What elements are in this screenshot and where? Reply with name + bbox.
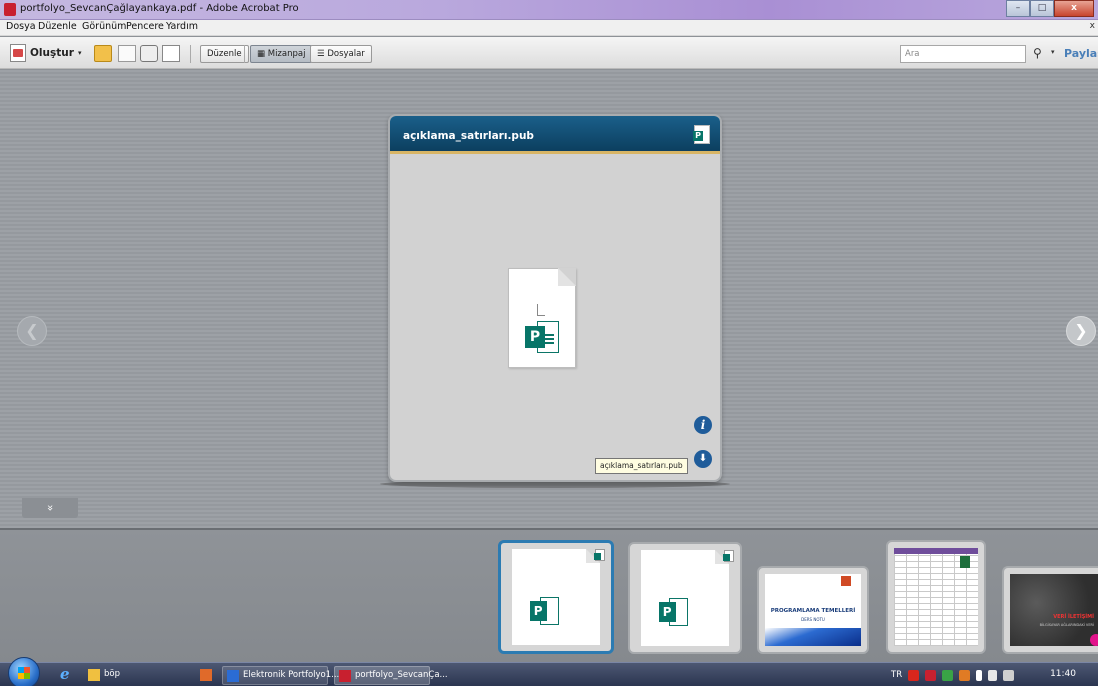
- ppt-wave-graphic: [765, 628, 861, 646]
- open-folder-icon[interactable]: [94, 45, 112, 62]
- antivirus-icon[interactable]: [908, 669, 920, 681]
- search-options-caret-icon[interactable]: ▾: [1051, 48, 1055, 56]
- create-button[interactable]: Oluştur ▾: [10, 43, 81, 63]
- volume-icon[interactable]: [976, 669, 983, 681]
- acrobat-icon: [339, 670, 351, 682]
- action-center-flag-icon[interactable]: [988, 669, 998, 681]
- display-tray-icon[interactable]: [1003, 669, 1015, 681]
- ppt-slide-subtitle: DERS NOTU: [801, 617, 825, 622]
- menu-view[interactable]: Görünüm: [82, 21, 126, 32]
- network-tray-icon[interactable]: [942, 669, 954, 681]
- thumbnail-page: VERİ İLETİŞİMİ BİLGİSAYAR AĞLARINDAKİ VE…: [1010, 574, 1098, 646]
- thumbnail-item[interactable]: VERİ İLETİŞİMİ BİLGİSAYAR AĞLARINDAKİ VE…: [1002, 566, 1098, 654]
- grid-icon: ▦: [257, 49, 268, 59]
- collapse-toggle-icon[interactable]: »: [22, 498, 78, 518]
- folder-icon: [88, 669, 100, 681]
- pink-circle-graphic: [1090, 634, 1098, 646]
- minimize-button[interactable]: –: [1006, 0, 1030, 17]
- window-controls: – □ x: [1006, 0, 1094, 18]
- files-view-button[interactable]: ☰ Dosyalar: [310, 45, 372, 63]
- file-tooltip: açıklama_satırları.pub: [595, 458, 688, 474]
- taskbar-item-label: portfolyo_SevcanÇa...: [355, 670, 448, 680]
- window-title: portfolyo_SevcanÇağlayankaya.pdf - Adobe…: [20, 3, 299, 14]
- word-icon: [227, 670, 239, 682]
- download-icon[interactable]: ⬇: [694, 450, 712, 468]
- toolbar: Oluştur ▾ Düzenle ▦ Mizanpaj ☰ Dosyalar …: [0, 37, 1098, 69]
- menu-file[interactable]: Dosya: [6, 21, 36, 32]
- menu-bar: Dosya Düzenle Görünüm Pencere Yardım x: [0, 20, 1098, 36]
- files-label: Dosyalar: [327, 49, 365, 59]
- create-pdf-icon: [10, 44, 26, 62]
- thumbnail-item[interactable]: [886, 540, 986, 654]
- media-player-icon: [200, 669, 212, 681]
- taskbar-item-folder[interactable]: böp: [84, 666, 184, 685]
- next-arrow-icon[interactable]: ❯: [1066, 316, 1096, 346]
- thumbnail-page: P: [641, 550, 729, 646]
- menu-edit[interactable]: Düzenle: [38, 21, 77, 32]
- page-fold: [558, 268, 576, 286]
- save-icon[interactable]: [118, 45, 136, 62]
- binoculars-icon[interactable]: ⚲: [1033, 46, 1047, 60]
- file-card-header: açıklama_satırları.pub: [390, 116, 720, 154]
- edit-portfolio-button[interactable]: Düzenle: [200, 45, 249, 63]
- file-preview[interactable]: P: [508, 268, 576, 368]
- preview-line: [537, 315, 545, 316]
- excel-badge-icon: [960, 556, 970, 568]
- email-icon[interactable]: [162, 45, 180, 62]
- taskbar-item-media[interactable]: [196, 666, 216, 685]
- thumbnail-page: P: [512, 549, 600, 645]
- layout-view-button[interactable]: ▦ Mizanpaj: [250, 45, 313, 63]
- acrobat-tray-icon[interactable]: [925, 669, 937, 681]
- clock[interactable]: 11:40: [1050, 669, 1076, 679]
- thumbnail-item[interactable]: PROGRAMLAMA TEMELLERİ DERS NOTU: [757, 566, 869, 654]
- toolbar-divider: [190, 45, 191, 63]
- dark-slide-title: VERİ İLETİŞİMİ: [1053, 614, 1094, 620]
- thumbnail-item[interactable]: P: [498, 540, 614, 654]
- menu-window[interactable]: Pencere: [126, 21, 164, 32]
- publisher-logo-icon: P: [658, 597, 689, 628]
- internet-explorer-icon[interactable]: e: [60, 666, 76, 682]
- publisher-badge-icon: [594, 549, 605, 561]
- maximize-button[interactable]: □: [1030, 0, 1054, 17]
- search-input[interactable]: Ara: [900, 45, 1026, 63]
- publisher-logo-icon: P: [525, 321, 559, 355]
- share-button[interactable]: Paylaş: [1064, 47, 1098, 60]
- previous-arrow-icon[interactable]: ❮: [17, 316, 47, 346]
- publisher-file-icon: [693, 125, 710, 144]
- close-button[interactable]: x: [1054, 0, 1094, 17]
- window-title-bar: portfolyo_SevcanÇağlayankaya.pdf - Adobe…: [0, 0, 1098, 20]
- taskbar-item-label: böp: [104, 669, 120, 679]
- taskbar-item-label: Elektronik Portfolyo1...: [243, 670, 340, 680]
- create-caret-icon: ▾: [77, 49, 82, 57]
- acrobat-app-icon: [4, 3, 16, 16]
- language-indicator[interactable]: TR: [891, 670, 902, 680]
- ppt-slide-title: PROGRAMLAMA TEMELLERİ: [770, 608, 856, 614]
- update-tray-icon[interactable]: [959, 669, 971, 681]
- start-button-icon[interactable]: [8, 657, 40, 686]
- menu-help[interactable]: Yardım: [166, 21, 198, 32]
- spreadsheet-header: [894, 548, 978, 554]
- windows-taskbar: e böp Elektronik Portfolyo1... portfolyo…: [0, 657, 1098, 686]
- file-card[interactable]: açıklama_satırları.pub P i açıklama_satı…: [388, 114, 722, 482]
- powerpoint-badge-icon: [841, 576, 851, 586]
- close-document-icon[interactable]: x: [1090, 21, 1095, 31]
- thumbnail-item[interactable]: P: [628, 542, 742, 654]
- print-icon[interactable]: [140, 45, 158, 62]
- taskbar-item-word[interactable]: Elektronik Portfolyo1...: [222, 666, 339, 685]
- toolbar-divider: [244, 45, 245, 63]
- create-label: Oluştur: [30, 47, 74, 59]
- file-card-title: açıklama_satırları.pub: [403, 130, 534, 142]
- publisher-badge-icon: [723, 550, 734, 562]
- list-icon: ☰: [317, 49, 328, 59]
- dark-slide-subtitle: BİLGİSAYAR AĞLARINDAKİ VERİ: [1039, 623, 1094, 627]
- info-icon[interactable]: i: [694, 416, 712, 434]
- publisher-logo-icon: P: [529, 596, 560, 627]
- layout-label: Mizanpaj: [267, 49, 306, 59]
- taskbar-item-acrobat[interactable]: portfolyo_SevcanÇa...: [334, 666, 448, 685]
